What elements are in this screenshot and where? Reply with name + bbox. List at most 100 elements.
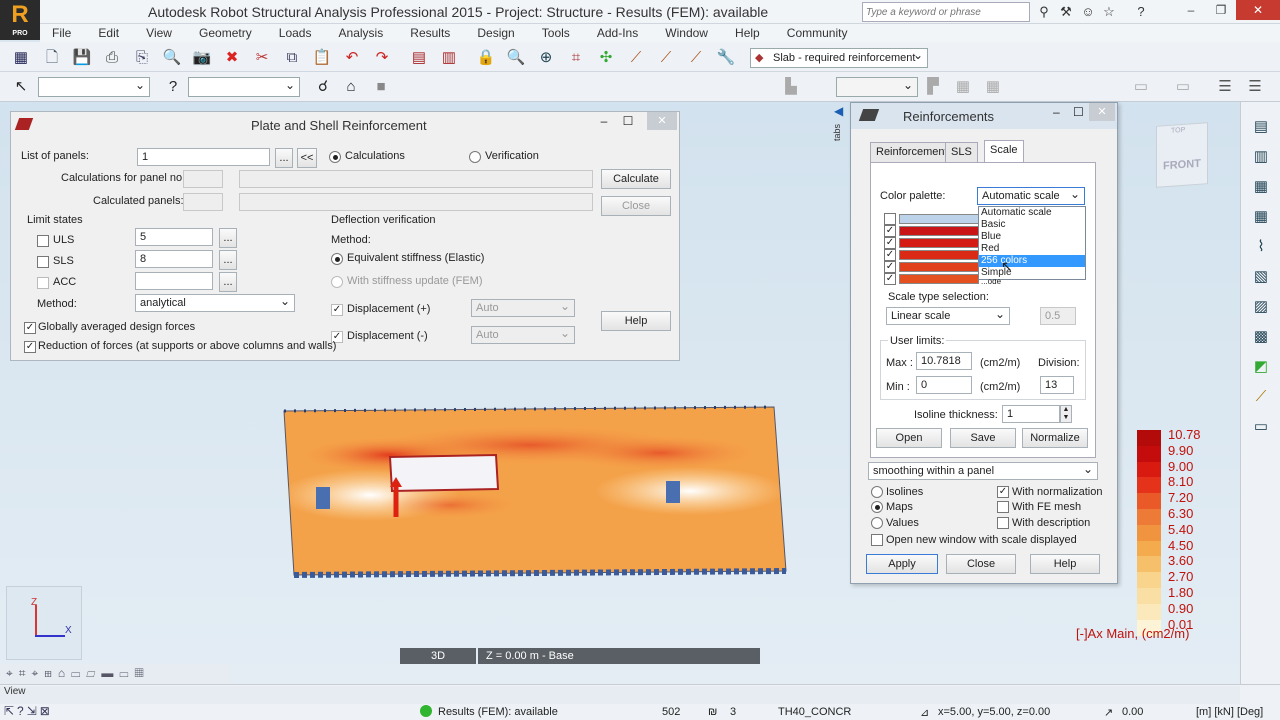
selection-combo[interactable] — [38, 77, 150, 97]
palette-option-simple[interactable]: Simple — [979, 267, 1085, 279]
load-combo-icon[interactable]: ⟋ — [685, 47, 707, 69]
uls-browse-button[interactable]: ... — [219, 228, 237, 248]
menu-analysis[interactable]: Analysis — [327, 24, 396, 42]
acc-browse-button[interactable]: ... — [219, 272, 237, 292]
menu-design[interactable]: Design — [465, 24, 526, 42]
user-icon[interactable]: ☺ — [1079, 3, 1097, 21]
swatch-row-2[interactable] — [899, 238, 979, 248]
zoom-doc-icon[interactable]: 🔍 — [161, 47, 183, 69]
sls-checkbox[interactable] — [37, 256, 49, 268]
reinf-help-button[interactable]: Help — [1030, 554, 1100, 574]
list-of-panels-input[interactable]: 1 — [137, 148, 270, 166]
view-cube[interactable]: TOP FRONT — [1156, 122, 1208, 188]
global-avg-checkbox[interactable]: ✓ — [24, 322, 36, 334]
reinf-maximize-icon[interactable]: ☐ — [1073, 105, 1084, 119]
dialog-maximize-icon[interactable]: ☐ — [617, 114, 639, 128]
smoothing-select[interactable]: smoothing within a panel — [868, 462, 1098, 480]
slab-model[interactable] — [270, 395, 800, 585]
star-icon[interactable]: ☆ — [1100, 3, 1118, 21]
panels-back-button[interactable]: << — [297, 148, 317, 168]
level-tab[interactable]: Z = 0.00 m - Base — [478, 648, 760, 664]
layout-selector[interactable]: ◆ Slab - required reinforcement — [750, 48, 928, 68]
tab-scale[interactable]: Scale — [984, 140, 1024, 162]
menu-window[interactable]: Window — [653, 24, 720, 42]
save-button[interactable]: Save — [950, 428, 1016, 448]
isoline-spinner[interactable]: ▲ ▼ — [1060, 405, 1072, 423]
palette-option-basic[interactable]: Basic — [979, 219, 1085, 231]
delete-icon[interactable]: ✖ — [221, 47, 243, 69]
isoline-thickness-input[interactable]: 1 — [1002, 405, 1060, 423]
binoculars-icon[interactable]: ⚲ — [1035, 3, 1053, 21]
menu-file[interactable]: File — [40, 24, 83, 42]
swatch-checkbox-3[interactable]: ✓ — [884, 249, 896, 261]
swatch-row-3[interactable] — [899, 250, 979, 260]
division-input[interactable]: 13 — [1040, 376, 1074, 394]
query-cursor-icon[interactable]: ? — [162, 76, 184, 98]
lock-icon[interactable]: 🔒 — [475, 47, 497, 69]
reduction-checkbox[interactable]: ✓ — [24, 341, 36, 353]
project-icon[interactable]: ▦ — [10, 47, 32, 69]
right-tool-9-icon[interactable]: ◩ — [1250, 356, 1272, 378]
settings-icon[interactable]: 🔧 — [715, 47, 737, 69]
gray-box-icon[interactable]: ■ — [370, 76, 392, 98]
palette-option-blue[interactable]: Blue — [979, 231, 1085, 243]
max-input[interactable]: 10.7818 — [916, 352, 972, 370]
right-tool-6-icon[interactable]: ▧ — [1250, 266, 1272, 288]
menu-tools[interactable]: Tools — [530, 24, 582, 42]
load-case-icon[interactable]: ⟋ — [655, 47, 677, 69]
right-tool-11-icon[interactable]: ▭ — [1250, 416, 1272, 438]
display-icon[interactable]: ☌ — [312, 76, 334, 98]
right-tool-8-icon[interactable]: ▩ — [1250, 326, 1272, 348]
verification-radio[interactable] — [469, 151, 481, 163]
apply-button[interactable]: Apply — [866, 554, 938, 574]
maps-radio[interactable] — [871, 501, 883, 513]
disp-plus-checkbox[interactable]: ✓ — [331, 304, 343, 316]
select-cursor-icon[interactable]: ↖ — [10, 76, 32, 98]
right-tool-10-icon[interactable]: ⟋ — [1250, 386, 1272, 408]
swatch-checkbox-0[interactable] — [884, 213, 896, 225]
min-input[interactable]: 0 — [916, 376, 972, 394]
scale-type-select[interactable]: Linear scale — [886, 307, 1010, 325]
tools-icon[interactable]: ⚒ — [1057, 3, 1075, 21]
palette-option-automatic[interactable]: Automatic scale — [979, 207, 1085, 219]
swatch-checkbox-4[interactable]: ✓ — [884, 261, 896, 273]
app-logo[interactable]: R PRO — [0, 0, 40, 40]
uls-checkbox[interactable] — [37, 235, 49, 247]
swatch-row-1[interactable] — [899, 226, 979, 236]
with-fe-mesh-checkbox[interactable] — [997, 501, 1009, 513]
with-description-checkbox[interactable] — [997, 517, 1009, 529]
uls-input[interactable]: 5 — [135, 228, 213, 246]
sls-input[interactable]: 8 — [135, 250, 213, 268]
palette-option-red[interactable]: Red — [979, 243, 1085, 255]
menu-results[interactable]: Results — [398, 24, 462, 42]
open-button[interactable]: Open — [876, 428, 942, 448]
menu-view[interactable]: View — [134, 24, 184, 42]
reinf-close-button[interactable]: Close — [946, 554, 1016, 574]
swatch-row-5[interactable] — [899, 274, 979, 284]
redo-icon[interactable]: ↷ — [371, 47, 393, 69]
plate-help-button[interactable]: Help — [601, 311, 671, 331]
acc-input[interactable] — [135, 272, 213, 290]
method-select[interactable]: analytical — [135, 294, 295, 312]
paste-icon[interactable]: 📋 — [311, 47, 333, 69]
swatch-row-4[interactable] — [899, 262, 979, 272]
print-icon[interactable]: ⎙ — [101, 47, 123, 69]
menu-community[interactable]: Community — [775, 24, 860, 42]
calculate-button[interactable]: Calculate — [601, 169, 671, 189]
table-icon[interactable]: ▤ — [408, 47, 430, 69]
right-tool-4-icon[interactable]: ▦ — [1250, 206, 1272, 228]
panels-browse-button[interactable]: ... — [275, 148, 293, 168]
swatch-checkbox-5[interactable]: ✓ — [884, 273, 896, 285]
cut-icon[interactable]: ✂ — [251, 47, 273, 69]
node-icon[interactable]: ✣ — [595, 47, 617, 69]
values-radio[interactable] — [871, 517, 883, 529]
dialog-close-icon[interactable]: ✕ — [647, 112, 677, 130]
load-icon[interactable]: ⟋ — [625, 47, 647, 69]
minimize-icon[interactable]: – — [1176, 0, 1206, 20]
tabs-arrow-icon[interactable]: ◀ — [834, 104, 843, 118]
dialog-minimize-icon[interactable]: – — [593, 114, 615, 128]
save-icon[interactable]: 💾 — [71, 47, 93, 69]
right-tool-2-icon[interactable]: ▥ — [1250, 146, 1272, 168]
equiv-stiffness-radio[interactable] — [331, 253, 343, 265]
menu-geometry[interactable]: Geometry — [187, 24, 264, 42]
